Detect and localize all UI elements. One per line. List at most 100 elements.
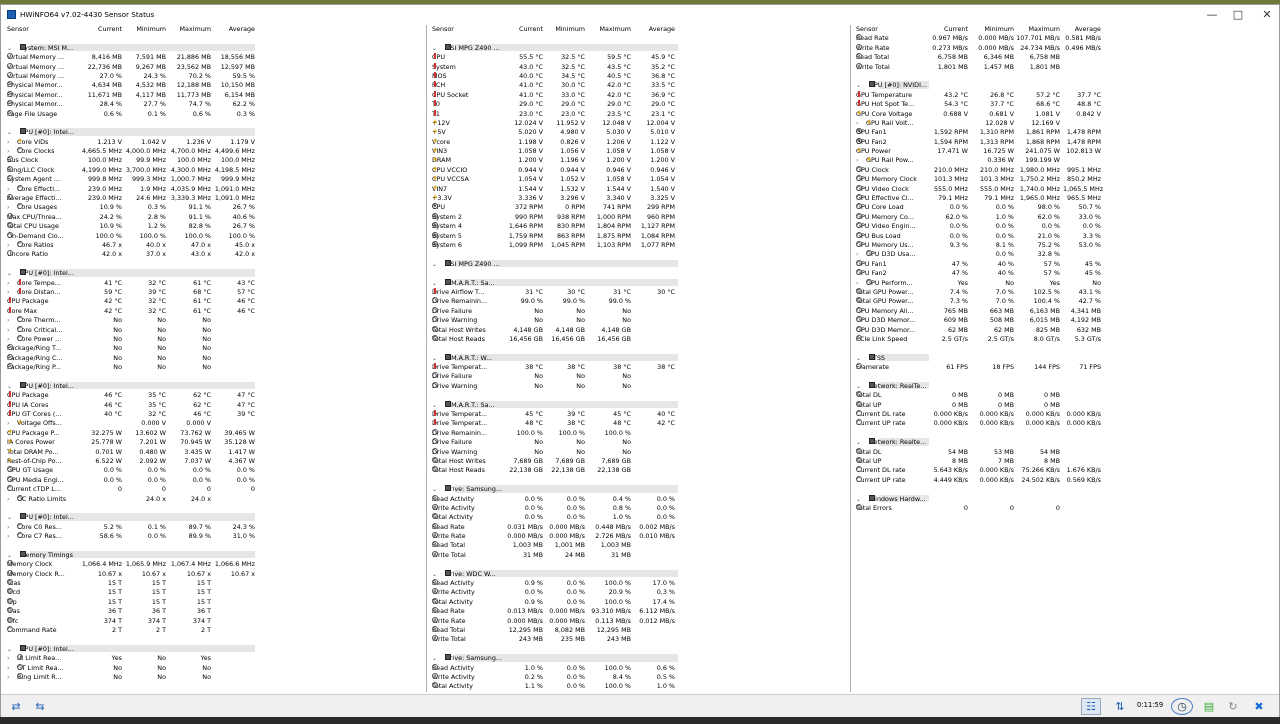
sensor-row[interactable]: +12V 12.024 V 11.952 V 12.048 V 12.004 V — [429, 118, 850, 128]
sensor-row[interactable]: Drive Warning No No No — [429, 381, 850, 391]
sensor-row[interactable]: Memory Clock R... 10.67 x 10.67 x 10.67 x 10… — [4, 569, 426, 579]
expand-caret-icon[interactable]: › — [7, 185, 14, 194]
collapse-caret-icon[interactable]: ⌄ — [7, 382, 12, 391]
sensor-row[interactable]: Total Host Reads 22,138 GB 22,138 GB 22,138… — [429, 466, 850, 475]
collapse-caret-icon[interactable]: ⌄ — [7, 44, 12, 53]
sensor-row[interactable]: CPU Package 42 °C 32 °C 61 °C 46 °C — [4, 297, 426, 306]
sensor-panel-1[interactable]: Sensor Current Minimum Maximum Average ⌄ Syste… — [4, 25, 427, 692]
sensor-row[interactable]: CPU GT Cores (... 40 °C 32 °C 46 °C 39 °C — [4, 410, 426, 419]
expand-caret-icon[interactable]: › — [7, 288, 14, 297]
sensor-row[interactable]: Write Rate 0.273 MB/s 0.000 MB/s 24.734 MB/… — [853, 43, 1279, 53]
expand-caret-icon[interactable]: › — [7, 316, 14, 325]
column-current[interactable]: Current — [495, 25, 543, 34]
sensor-row[interactable]: › IA Limit Rea... Yes No Yes — [4, 654, 426, 663]
sensor-row[interactable]: Total Activity 0.9 % 0.0 % 100.0 % 17.4 % — [429, 597, 850, 607]
sensor-row[interactable]: Package/Ring T... No No No — [4, 344, 426, 353]
sensor-row[interactable]: Write Rate 0.000 MB/s 0.000 MB/s 2.726 MB/s… — [429, 532, 850, 541]
column-current[interactable]: Current — [70, 25, 122, 34]
sensor-row[interactable]: Read Rate 0.013 MB/s 0.000 MB/s 93.310 MB/s… — [429, 607, 850, 616]
collapse-caret-icon[interactable]: ⌄ — [432, 354, 437, 363]
column-sensor[interactable]: Sensor — [432, 25, 454, 34]
expand-caret-icon[interactable]: › — [7, 279, 14, 288]
sensor-row[interactable]: Trfc 374 T 374 T 374 T — [4, 616, 426, 626]
collapse-caret-icon[interactable]: ⌄ — [7, 513, 12, 522]
sensor-row[interactable]: IA Cores Power 25.778 W 7.201 W 70.945 W 35.… — [4, 438, 426, 447]
sensor-row[interactable]: Physical Memor... 11,671 MB 4,117 MB 11,773… — [4, 90, 426, 100]
collapse-caret-icon[interactable]: ⌄ — [432, 260, 437, 269]
expand-caret-icon[interactable]: › — [7, 335, 14, 344]
sensor-row[interactable]: Command Rate 2 T 2 T 2 T — [4, 626, 426, 635]
sensor-row[interactable]: Virtual Memory ... 27.0 % 24.3 % 70.2 % 59.5… — [4, 71, 426, 81]
sensor-row[interactable]: Drive Temperat... 38 °C 38 °C 38 °C 38 °C — [429, 363, 850, 372]
sensor-group[interactable]: ⌄ S.M.A.R.T.: Sa... — [429, 278, 850, 288]
sensor-row[interactable]: GPU Fan1 47 % 40 % 57 % 45 % — [853, 259, 1279, 269]
sensor-row[interactable]: Drive Airflow T... 31 °C 30 °C 31 °C 30 °C — [429, 287, 850, 297]
sensor-row[interactable]: CPU Package P... 32.275 W 13.602 W 73.762 W… — [4, 428, 426, 438]
column-average[interactable]: Average — [631, 25, 675, 34]
log-icon[interactable]: ▤ — [1199, 698, 1219, 715]
sensor-row[interactable]: GPU Fan1 1,592 RPM 1,310 RPM 1,861 RPM 1,478… — [853, 128, 1279, 137]
column-maximum[interactable]: Maximum — [587, 25, 632, 34]
sensor-row[interactable]: GPU Hot Spot Te... 54.3 °C 37.7 °C 68.6 °C 4… — [853, 100, 1279, 109]
sensor-row[interactable]: GPU D3D Memor... 62 MB 62 MB 825 MB 632 MB — [853, 325, 1279, 335]
switch-layout-icon[interactable]: ⇅ — [1109, 698, 1131, 715]
sensor-row[interactable]: Virtual Memory ... 8,416 MB 7,591 MB 21,886… — [4, 53, 426, 62]
sensor-row[interactable]: Drive Failure No No No — [429, 438, 850, 447]
collapse-caret-icon[interactable]: ⌄ — [432, 279, 437, 288]
collapse-caret-icon[interactable]: ⌄ — [7, 128, 12, 137]
expand-caret-icon[interactable]: › — [7, 147, 14, 156]
sensor-row[interactable]: VIN7 1.544 V 1.532 V 1.544 V 1.540 V — [429, 184, 850, 194]
sensor-row[interactable]: Read Rate 0.031 MB/s 0.000 MB/s 0.448 MB/s 0… — [429, 522, 850, 532]
sensor-row[interactable]: GPU Effective Cl... 79.1 MHz 79.1 MHz 1,965… — [853, 194, 1279, 203]
sensor-row[interactable]: › GPU Perform... Yes No Yes No — [853, 278, 1279, 288]
expand-caret-icon[interactable]: › — [7, 654, 14, 663]
expand-caret-icon[interactable]: › — [7, 419, 14, 428]
sensor-row[interactable]: Read Activity 0.0 % 0.0 % 0.4 % 0.0 % — [429, 494, 850, 504]
sensor-group[interactable]: ⌄ Drive: Samsung... — [429, 485, 850, 494]
sensor-row[interactable]: GPU Memory Co... 62.0 % 1.0 % 62.0 % 33.0 % — [853, 212, 1279, 222]
sensor-row[interactable]: › Core C0 Res... 5.2 % 0.1 % 89.7 % 24.3 % — [4, 522, 426, 532]
sensor-row[interactable]: Current DL rate 5.643 KB/s 0.000 KB/s 75.26… — [853, 466, 1279, 475]
collapse-caret-icon[interactable]: ⌄ — [432, 401, 437, 410]
sensor-group[interactable]: ⌄ Network: RealTe... — [853, 381, 1279, 391]
sensor-row[interactable]: › GT Limit Rea... No No No — [4, 663, 426, 673]
expand-caret-icon[interactable]: › — [7, 241, 14, 250]
sensor-row[interactable]: › Core C7 Res... 58.6 % 0.0 % 89.9 % 31.0 % — [4, 532, 426, 541]
sensor-row[interactable]: GPU Media Engi... 0.0 % 0.0 % 0.0 % 0.0 % — [4, 475, 426, 485]
sensor-row[interactable]: +5V 5.020 V 4.980 V 5.030 V 5.010 V — [429, 128, 850, 137]
sensor-row[interactable]: GPU Clock 210.0 MHz 210.0 MHz 1,980.0 MHz 99… — [853, 165, 1279, 175]
sensor-row[interactable]: PCH 41.0 °C 30.0 °C 42.0 °C 33.5 °C — [429, 81, 850, 90]
collapse-caret-icon[interactable]: ⌄ — [856, 81, 861, 90]
sensor-row[interactable]: GPU Bus Load 0.0 % 0.0 % 21.0 % 3.3 % — [853, 231, 1279, 241]
sensor-row[interactable]: On-Demand Clo... 100.0 % 100.0 % 100.0 % 100… — [4, 231, 426, 241]
sensor-row[interactable]: System Agent ... 999.8 MHz 999.3 MHz 1,000.… — [4, 175, 426, 184]
sensor-row[interactable]: DRAM 1.200 V 1.196 V 1.200 V 1.200 V — [429, 156, 850, 165]
sensor-row[interactable]: System 5 1,759 RPM 863 RPM 1,875 RPM 1,084 R… — [429, 231, 850, 241]
sensor-row[interactable]: GPU Temperature 43.2 °C 26.8 °C 57.2 °C 37.7… — [853, 90, 1279, 100]
expand-caret-icon[interactable]: › — [856, 156, 863, 165]
sensor-row[interactable]: Virtual Memory ... 22,736 MB 9,267 MB 23,56… — [4, 62, 426, 72]
sensor-row[interactable]: GPU Fan2 1,594 RPM 1,313 RPM 1,868 RPM 1,478… — [853, 137, 1279, 147]
sensor-row[interactable]: › Core Clocks 4,665.5 MHz 4,000.0 MHz 4,700.… — [4, 147, 426, 156]
sensor-row[interactable]: Read Activity 1.0 % 0.0 % 100.0 % 0.6 % — [429, 663, 850, 673]
sensor-row[interactable]: Total UP 8 MB 7 MB 8 MB — [853, 456, 1279, 466]
sensor-group[interactable]: ⌄ MSI MPG Z490 ... — [429, 43, 850, 53]
sensor-row[interactable]: Memory Clock 1,066.4 MHz 1,065.9 MHz 1,067.… — [4, 560, 426, 569]
sensor-row[interactable]: GPU GT Usage 0.0 % 0.0 % 0.0 % 0.0 % — [4, 466, 426, 475]
sensor-row[interactable]: Total Activity 1.1 % 0.0 % 100.0 % 1.0 % — [429, 682, 850, 691]
collapse-caret-icon[interactable]: ⌄ — [7, 645, 12, 654]
sensor-row[interactable]: T0 29.0 °C 29.0 °C 29.0 °C 29.0 °C — [429, 100, 850, 109]
column-sensor[interactable]: Sensor — [856, 25, 878, 34]
expand-caret-icon[interactable]: › — [856, 119, 863, 128]
collapse-caret-icon[interactable]: ⌄ — [856, 382, 861, 391]
sensor-row[interactable]: Tras 36 T 36 T 36 T — [4, 607, 426, 616]
collapse-caret-icon[interactable]: ⌄ — [432, 44, 437, 53]
title-bar[interactable]: HWiNFO64 v7.02-4430 Sensor Status — □ ✕ — [1, 5, 1279, 24]
sensor-row[interactable]: Total GPU Power... 7.3 % 7.0 % 100.4 % 42.7 … — [853, 297, 1279, 306]
sensor-row[interactable]: Write Total 1,801 MB 1,457 MB 1,801 MB — [853, 62, 1279, 72]
collapse-caret-icon[interactable]: ⌄ — [7, 551, 12, 560]
sensor-group[interactable]: ⌄ Network: Realte... — [853, 438, 1279, 447]
expand-caret-icon[interactable]: › — [856, 250, 863, 259]
sensor-row[interactable]: Physical Memor... 28.4 % 27.7 % 74.7 % 62.2 … — [4, 100, 426, 109]
sensor-row[interactable]: Write Rate 0.000 MB/s 0.000 MB/s 0.113 MB/s… — [429, 616, 850, 626]
